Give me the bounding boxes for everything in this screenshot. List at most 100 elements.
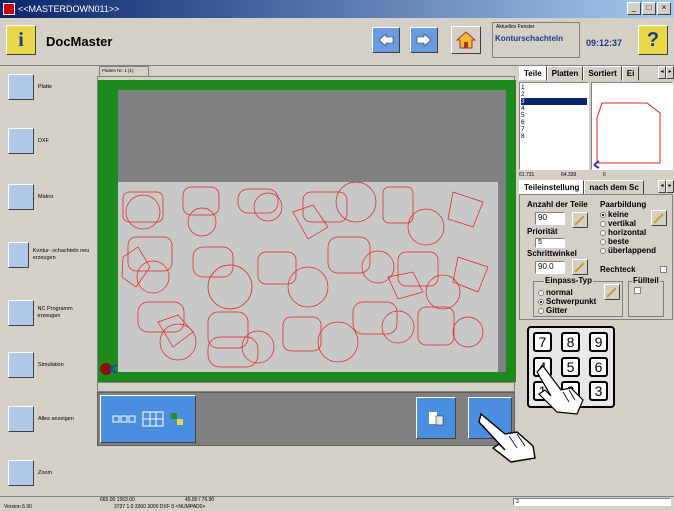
keypad-key-9[interactable]: 9 [589, 332, 608, 352]
bottom-toolbar [97, 392, 515, 446]
nesting-icon [8, 242, 29, 268]
nc-program-icon [8, 300, 34, 326]
forward-button[interactable] [410, 27, 438, 53]
arrow-left-icon [378, 33, 394, 47]
fuellteil-checkbox[interactable] [634, 287, 641, 294]
schrittwinkel-edit-button[interactable] [572, 259, 588, 275]
dimensions: 45.80 / 76.90 [185, 497, 215, 503]
help-button[interactable]: ? [638, 25, 668, 55]
window-title: <<MASTERDOWN011>> [18, 4, 120, 14]
sidebar-item-label: Kontur- schachteln neu erzeugen [32, 248, 90, 261]
sidebar-item-label: Simulation [38, 361, 64, 368]
subtab-1[interactable]: nach dem Sc [584, 180, 644, 195]
info-button[interactable]: i [6, 25, 36, 55]
hand-nest-icon [429, 412, 444, 426]
close-button[interactable]: × [657, 2, 671, 15]
sidebar-item-label: NC Programm erzeugen [37, 306, 73, 319]
canvas-tab[interactable]: Platten Nr. 1 (1) [99, 66, 149, 76]
subtab-scroll: ◂ ▸ [658, 180, 674, 193]
sub-tabs: Teileinstellung nach dem Sc [519, 180, 644, 195]
keypad-key-7[interactable]: 7 [533, 332, 552, 352]
plate-frame-left [98, 80, 118, 380]
list-item[interactable]: 8 [521, 133, 587, 140]
sidebar-item-7[interactable]: Zoom [8, 460, 96, 486]
sidebar-item-5[interactable]: Simulation [8, 352, 96, 378]
paarbildung-option[interactable]: beste [600, 237, 656, 246]
plate-frame-right [506, 80, 516, 382]
sidebar: Platte DXF Makro Kontur- schachteln neu erz… [0, 66, 96, 496]
list-item[interactable]: 2 [521, 91, 587, 98]
sidebar-item-6[interactable]: Alles anzeigen [8, 406, 96, 432]
sidebar-item-4[interactable]: NC Programm erzeugen [8, 300, 96, 326]
nesting-canvas[interactable] [97, 76, 516, 382]
home-button[interactable] [451, 26, 481, 54]
plate-drawing [98, 80, 516, 382]
list-item[interactable]: 1 [521, 84, 587, 91]
pencil-icon [606, 287, 617, 298]
paarbildung-option[interactable]: überlappend [600, 246, 656, 255]
subtab-0[interactable]: Teileinstellung [519, 180, 585, 195]
rechteck-label: Rechteck [600, 265, 636, 274]
current-window-label: Aktuelles Fenster [496, 24, 535, 30]
maximize-button[interactable]: □ [642, 2, 656, 15]
sheet [118, 182, 498, 372]
window-controls: _ □ × [627, 2, 671, 15]
minimize-button[interactable]: _ [627, 2, 641, 15]
arrangement-group-button[interactable] [100, 395, 196, 443]
parts-list[interactable]: 12345678 [519, 82, 589, 170]
list-item[interactable]: 7 [521, 126, 587, 133]
list-item[interactable]: 5 [521, 112, 587, 119]
sidebar-item-3[interactable]: Kontur- schachteln neu erzeugen [8, 242, 96, 268]
keypad-key-3[interactable]: 3 [589, 381, 608, 402]
plate-icon [8, 74, 34, 100]
paarbildung-option[interactable]: horizontal [600, 228, 656, 237]
part-outline-preview [593, 102, 661, 169]
einpass-option[interactable]: Gitter [538, 306, 596, 315]
parts-arrange-icon [171, 413, 183, 425]
tab-scroll-left[interactable]: ◂ [658, 66, 666, 79]
tab-scroll-right[interactable]: ▸ [666, 66, 674, 79]
rechteck-checkbox[interactable] [660, 266, 667, 273]
subtab-scroll-left[interactable]: ◂ [658, 180, 666, 193]
current-window-box: Aktuelles Fenster Konturschachteln [492, 22, 580, 58]
paarbildung-edit-button[interactable] [651, 210, 667, 226]
dim-x: 61.731 [519, 172, 535, 178]
help-icon: ? [646, 28, 660, 51]
tab-teile[interactable]: Teile [519, 66, 547, 81]
schrittwinkel-input[interactable]: 90.0 [535, 261, 565, 274]
sidebar-item-label: Zoom [38, 469, 53, 476]
subtab-scroll-right[interactable]: ▸ [666, 180, 674, 193]
sidebar-item-2[interactable]: Makro [8, 184, 96, 210]
sidebar-item-0[interactable]: Platte [8, 74, 96, 100]
pointing-hand-icon [478, 412, 536, 463]
keypad-key-6[interactable]: 6 [589, 356, 608, 377]
app-system-icon[interactable] [3, 3, 15, 15]
anzahl-input[interactable]: 90 [535, 212, 565, 225]
einpass-edit-button[interactable] [604, 284, 620, 300]
list-item[interactable]: 4 [521, 105, 587, 112]
prioritaet-input[interactable]: 5 [535, 238, 565, 248]
sidebar-item-1[interactable]: DXF [8, 128, 96, 154]
tab-sortiert[interactable]: Sortiert [583, 66, 622, 81]
back-button[interactable] [372, 27, 400, 53]
pencil-icon [574, 215, 585, 226]
canvas-divider [97, 382, 515, 392]
anzahl-edit-button[interactable] [572, 212, 588, 228]
coordinates: 665.00 1563.00 [100, 497, 135, 503]
list-item[interactable]: 3 [521, 98, 587, 105]
dxf-icon [8, 128, 34, 154]
fuellteil-group: Füllteil [628, 276, 664, 317]
keypad-key-8[interactable]: 8 [561, 332, 580, 352]
nesting-start-button[interactable] [416, 397, 456, 439]
toolbar: i DocMaster Aktuelles Fenster Konturscha… [0, 18, 674, 66]
einpass-option[interactable]: normal [538, 288, 596, 297]
tab-ei[interactable]: Ei [621, 66, 640, 81]
paarbildung-option[interactable]: keine [600, 210, 656, 219]
dim-n: 6 [603, 172, 606, 178]
paarbildung-option[interactable]: vertikal [600, 219, 656, 228]
list-item[interactable]: 6 [521, 119, 587, 126]
anzahl-label: Anzahl der Teile [527, 200, 588, 209]
einpass-option[interactable]: Schwerpunkt [538, 297, 596, 306]
sidebar-item-label: Alles anzeigen [38, 415, 74, 422]
tab-platten[interactable]: Platten [546, 66, 584, 81]
